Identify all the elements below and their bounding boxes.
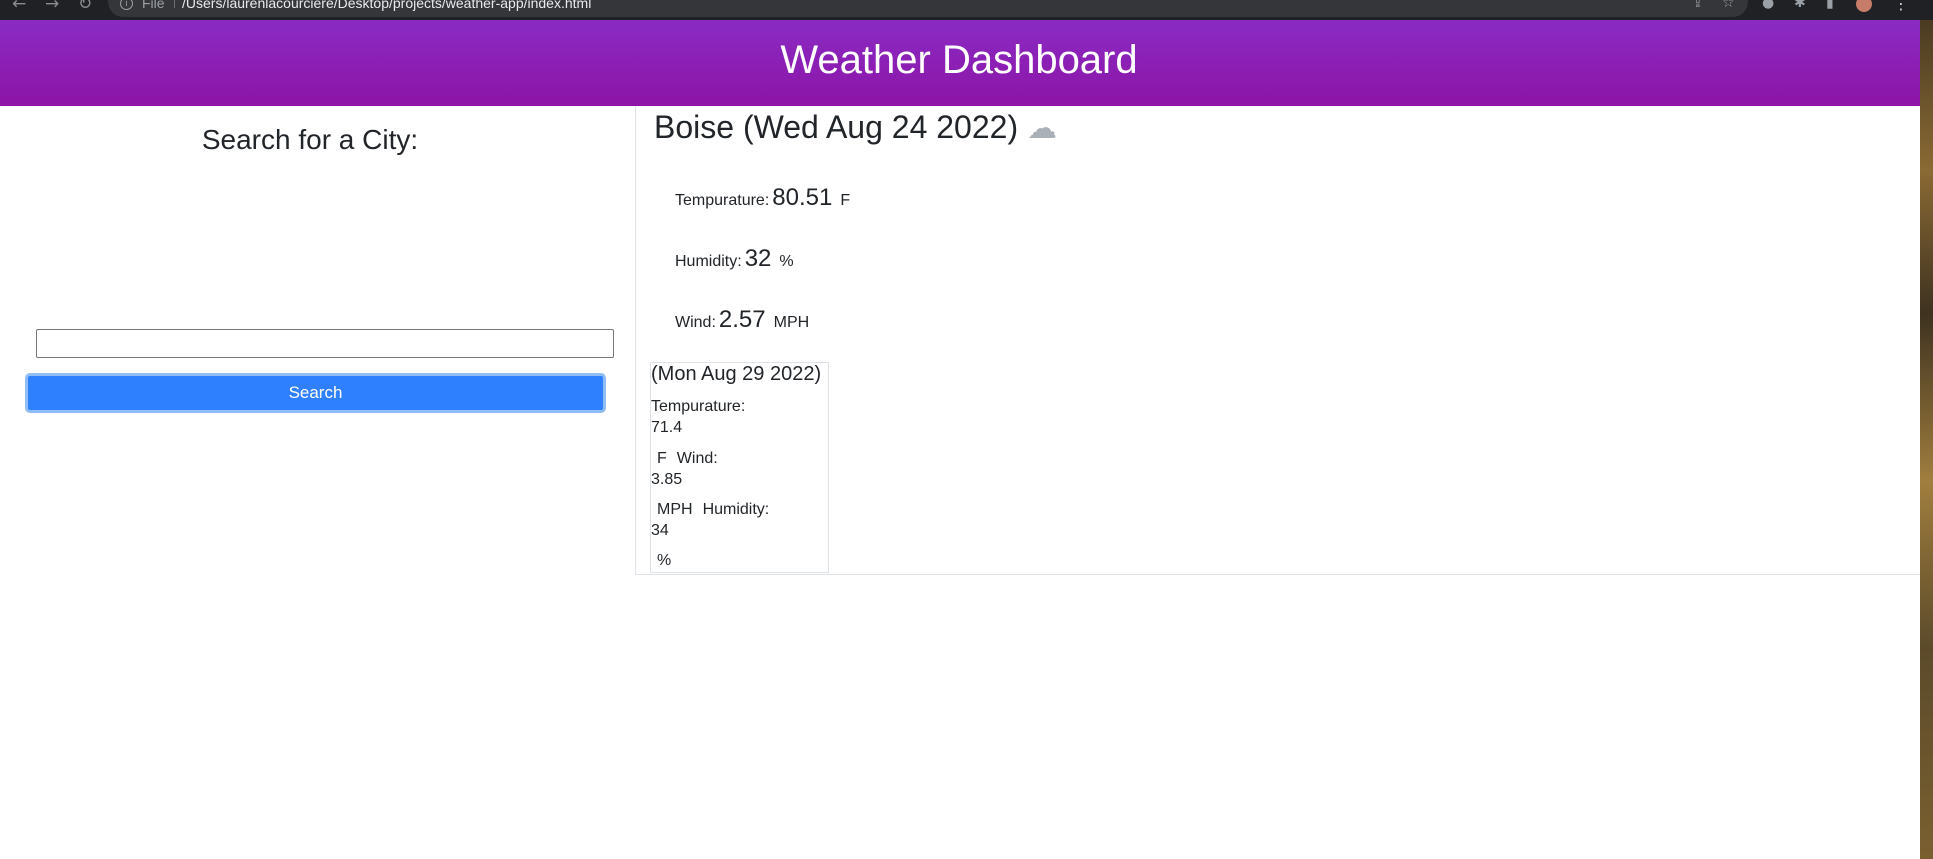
forecast-temp-label: Tempurature:	[651, 398, 746, 415]
bookmark-star-icon[interactable]: ☆	[1722, 0, 1735, 11]
search-button[interactable]: Search	[25, 373, 606, 413]
forecast-humidity-unit: %	[657, 552, 672, 569]
url-divider	[174, 0, 175, 8]
current-temperature: Tempurature: 80.51 F	[675, 184, 850, 212]
humidity-unit: %	[779, 253, 794, 270]
extension-icon[interactable]: ●	[1762, 0, 1774, 11]
search-title: Search for a City:	[201, 124, 419, 155]
forecast-temp-value: 71.4	[651, 419, 683, 436]
forecast-humidity-value: 34	[651, 522, 669, 539]
forecast-wind-unit: MPH	[657, 501, 693, 518]
browser-toolbar: ← → ↻ i File /Users/laurenlacourciere/De…	[0, 0, 1933, 20]
page-header: Weather Dashboard	[0, 20, 1920, 106]
cloud-icon: ☁	[1026, 111, 1057, 146]
current-weather-title: Boise (Wed Aug 24 2022) ☁	[654, 109, 1057, 146]
forecast-wind-label: Wind:	[676, 450, 718, 467]
forecast-temp-unit: F	[657, 450, 667, 467]
back-icon[interactable]: ←	[12, 0, 26, 14]
temperature-unit: F	[840, 192, 851, 209]
page-title: Weather Dashboard	[780, 37, 1138, 82]
current-humidity: Humidity: 32%	[675, 245, 794, 273]
wind-unit: MPH	[773, 314, 810, 331]
wind-label: Wind:	[675, 314, 716, 331]
menu-dots-icon[interactable]: ⋮	[1893, 0, 1909, 13]
current-wind: Wind: 2.57 MPH	[675, 306, 809, 334]
humidity-label: Humidity:	[675, 253, 742, 270]
puzzle-icon[interactable]: ✱	[1794, 0, 1806, 11]
wind-value: 2.57	[718, 306, 766, 333]
reload-icon[interactable]: ↻	[78, 0, 92, 14]
humidity-value: 32	[744, 245, 772, 272]
forecast-date: (Mon Aug 29 2022)	[651, 363, 822, 385]
temperature-label: Tempurature:	[675, 192, 770, 209]
city-search-input[interactable]	[36, 329, 614, 358]
url-text[interactable]: /Users/laurenlacourciere/Desktop/project…	[182, 0, 591, 11]
forward-icon[interactable]: →	[45, 0, 59, 14]
forecast-humidity-unit-row: %	[651, 552, 671, 570]
forecast-wind-humidity-row: MPH Humidity:	[651, 501, 769, 519]
file-label: File	[142, 0, 165, 11]
desktop-wallpaper-strip	[1920, 20, 1933, 859]
sidebar-icon[interactable]: ▮	[1826, 0, 1834, 11]
avatar[interactable]	[1856, 0, 1872, 12]
forecast-humidity-label: Humidity:	[702, 501, 770, 518]
forecast-temp-wind-row: F Wind:	[651, 450, 718, 468]
current-city-date: Boise (Wed Aug 24 2022)	[654, 109, 1019, 145]
temperature-value: 80.51	[772, 184, 833, 211]
forecast-wind-value: 3.85	[651, 471, 683, 488]
share-icon[interactable]: ⇪	[1692, 0, 1704, 11]
